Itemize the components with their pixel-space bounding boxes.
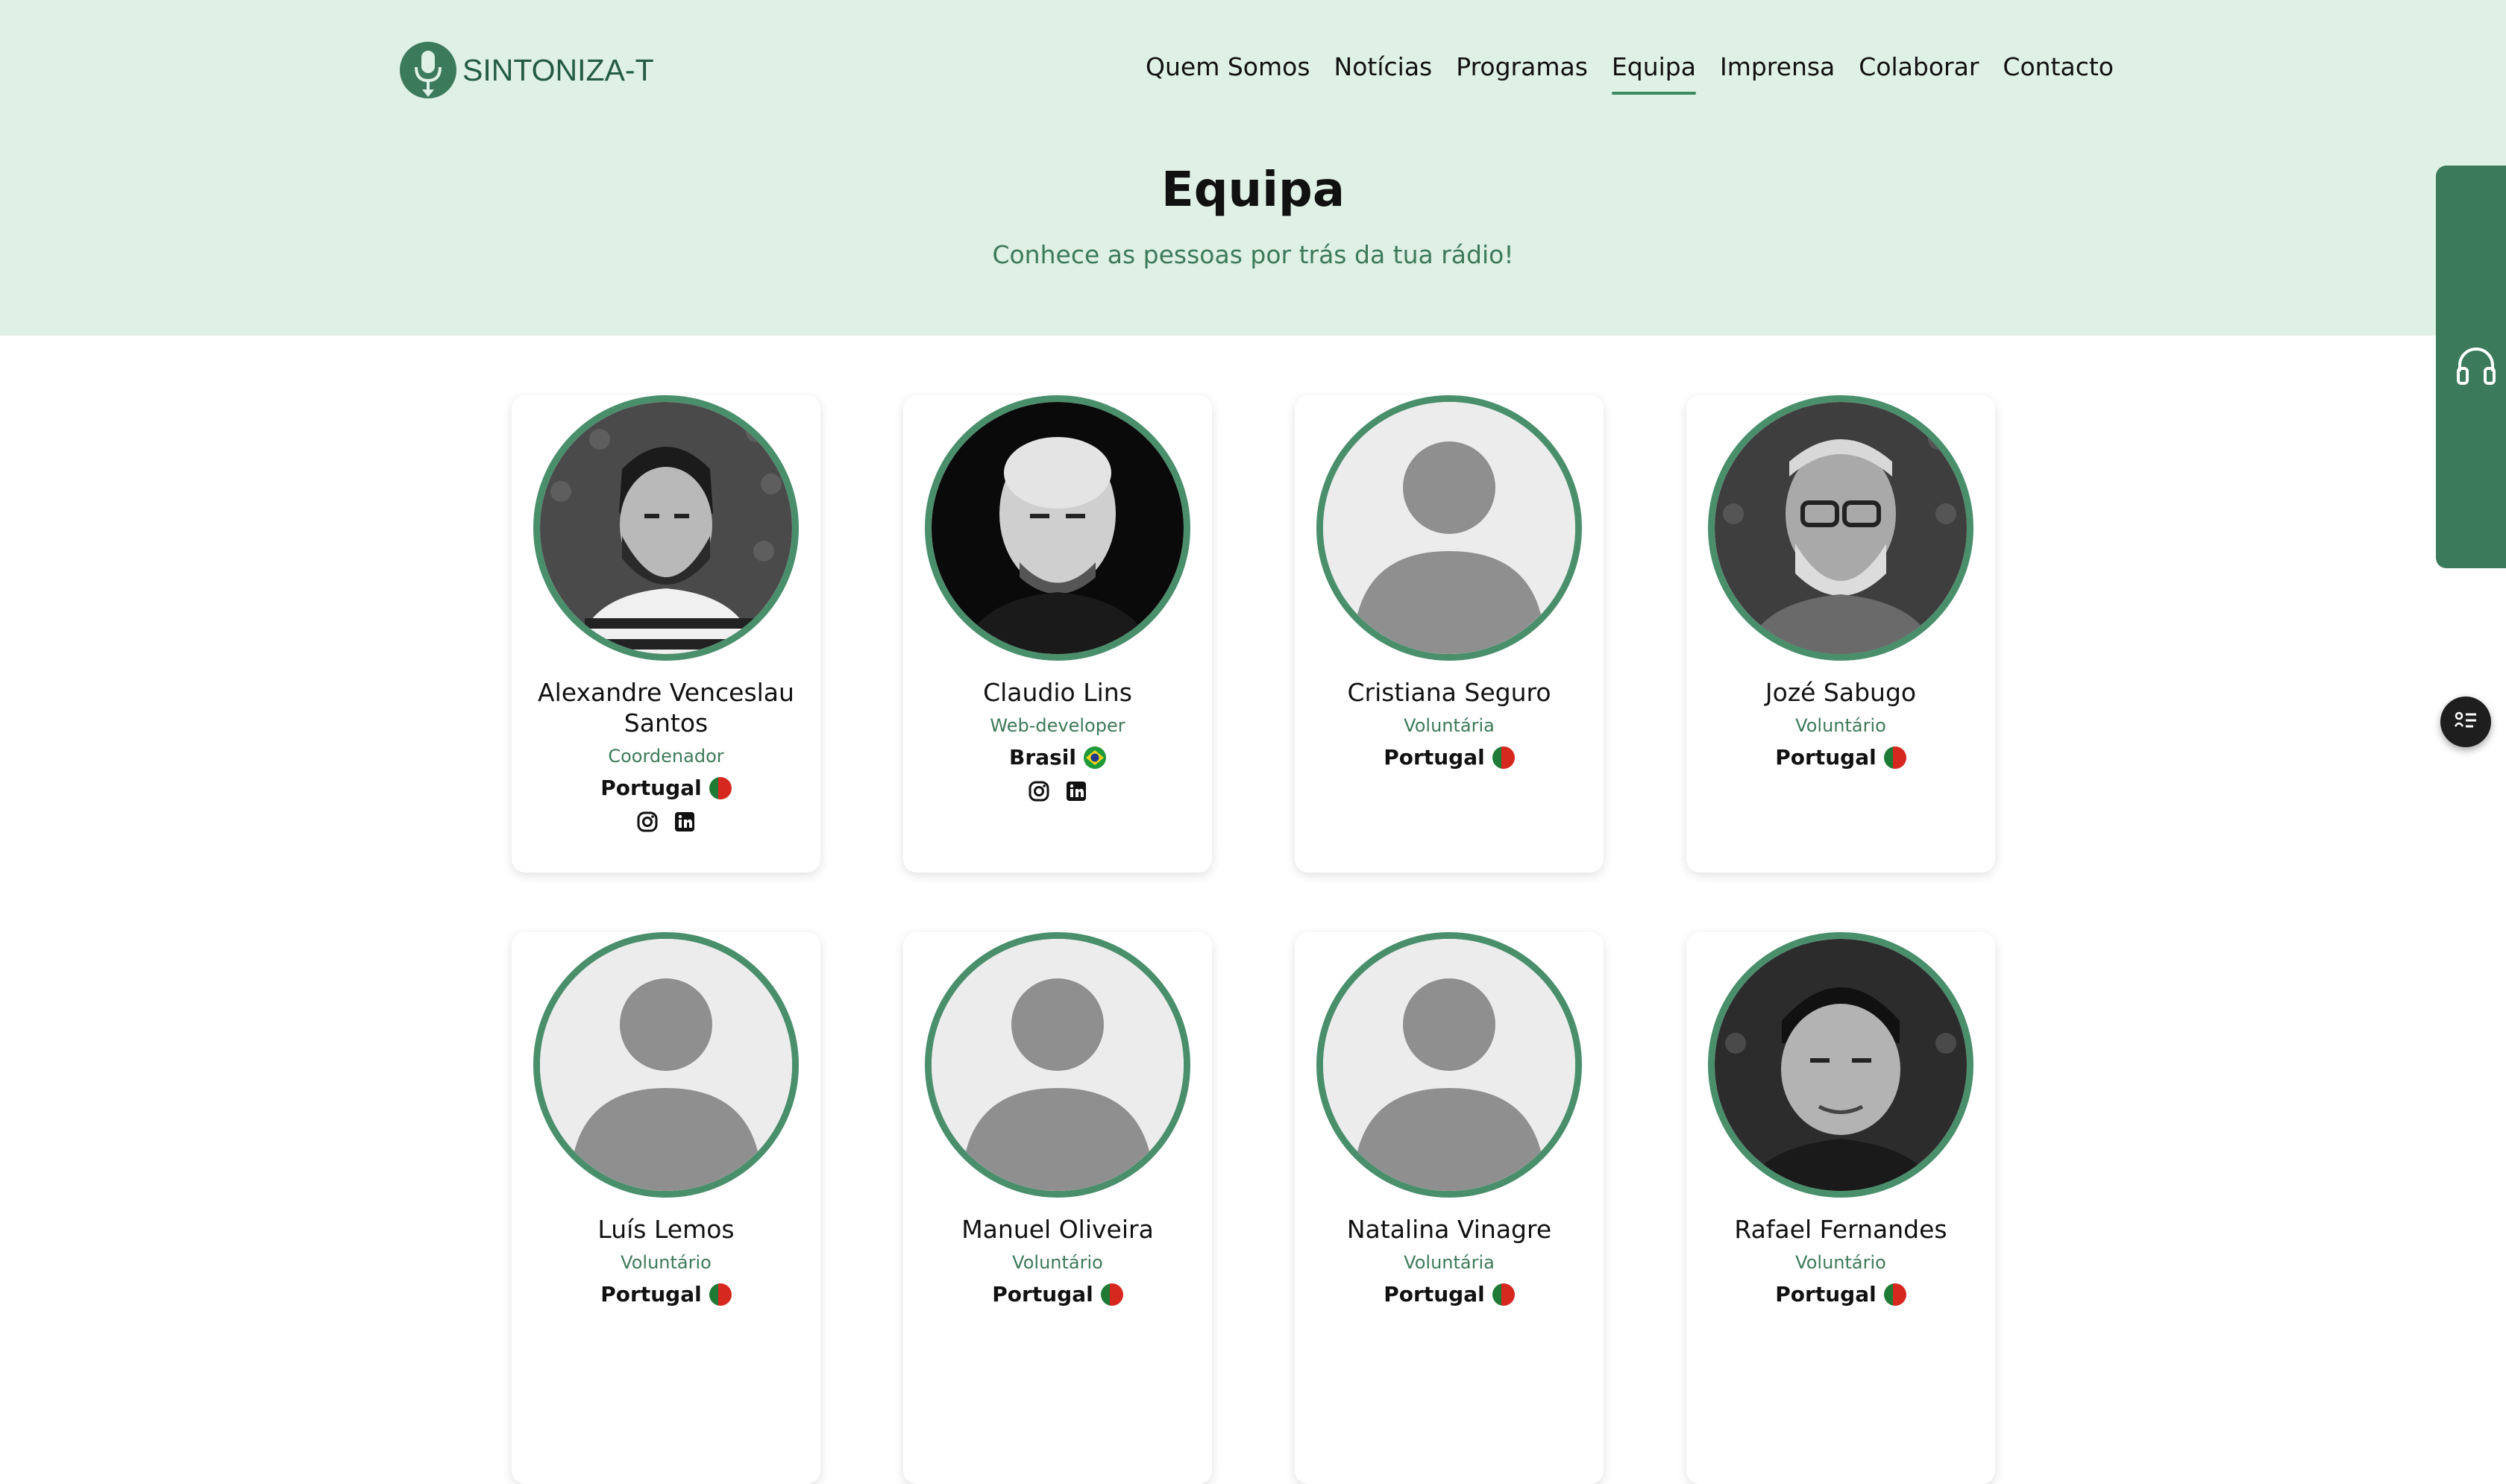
social-links bbox=[512, 811, 820, 833]
portugal-flag-icon bbox=[1492, 1283, 1515, 1306]
linkedin-icon[interactable] bbox=[1065, 780, 1087, 802]
country-name: Portugal bbox=[1384, 1282, 1485, 1307]
member-name: Cristiana Seguro bbox=[1347, 678, 1551, 707]
member-country: Portugal bbox=[1686, 1282, 1995, 1307]
instagram-icon[interactable] bbox=[636, 811, 659, 833]
member-country: Portugal bbox=[1686, 745, 1995, 770]
member-name: Alexandre Venceslau Santos bbox=[538, 678, 794, 738]
country-name: Portugal bbox=[1775, 1282, 1877, 1307]
member-role: Voluntário bbox=[621, 1252, 712, 1273]
member-name: Manuel Oliveira bbox=[961, 1215, 1154, 1244]
team-card: Manuel Oliveira Voluntário Portugal bbox=[903, 932, 1212, 1484]
avatar bbox=[533, 932, 799, 1198]
country-name: Portugal bbox=[1775, 745, 1877, 770]
avatar-placeholder-icon bbox=[932, 939, 1184, 1191]
headphones-icon bbox=[2454, 343, 2499, 391]
member-country: Brasil bbox=[903, 745, 1212, 770]
country-name: Portugal bbox=[1384, 745, 1485, 770]
avatar bbox=[1316, 932, 1582, 1198]
team-card: Claudio Lins Web-developer Brasil bbox=[903, 395, 1212, 873]
portugal-flag-icon bbox=[709, 1283, 732, 1306]
member-role: Voluntária bbox=[1404, 715, 1495, 736]
portugal-flag-icon bbox=[1883, 746, 1906, 769]
member-role: Web-developer bbox=[990, 715, 1125, 736]
avatar-placeholder-icon bbox=[540, 939, 792, 1191]
social-links bbox=[903, 780, 1212, 802]
member-name: Claudio Lins bbox=[983, 678, 1132, 707]
member-role: Voluntário bbox=[1012, 1252, 1103, 1273]
member-role: Voluntário bbox=[1795, 715, 1886, 736]
nav-noticias[interactable]: Notícias bbox=[1334, 52, 1433, 95]
avatar bbox=[1708, 932, 1973, 1198]
member-country: Portugal bbox=[512, 776, 820, 800]
instagram-icon[interactable] bbox=[1028, 780, 1050, 802]
team-card: Alexandre Venceslau Santos Coordenador P… bbox=[512, 395, 820, 873]
accessibility-menu-icon bbox=[2452, 707, 2479, 737]
member-role: Voluntária bbox=[1404, 1252, 1495, 1273]
country-name: Portugal bbox=[600, 1282, 702, 1307]
portugal-flag-icon bbox=[1100, 1283, 1123, 1306]
nav-contacto[interactable]: Contacto bbox=[2003, 52, 2114, 95]
avatar bbox=[925, 932, 1190, 1198]
team-grid: Alexandre Venceslau Santos Coordenador P… bbox=[512, 395, 1995, 1484]
member-country: Portugal bbox=[1295, 1282, 1604, 1307]
page-subtitle: Conhece as pessoas por trás da tua rádio… bbox=[992, 240, 1514, 269]
member-name: Luís Lemos bbox=[597, 1215, 735, 1244]
radio-player-tab[interactable] bbox=[2436, 166, 2506, 568]
nav-programas[interactable]: Programas bbox=[1456, 52, 1588, 95]
member-country: Portugal bbox=[1295, 745, 1604, 770]
team-card: Luís Lemos Voluntário Portugal bbox=[512, 932, 820, 1484]
member-role: Coordenador bbox=[608, 746, 724, 767]
nav-imprensa[interactable]: Imprensa bbox=[1720, 52, 1835, 95]
country-name: Portugal bbox=[600, 776, 702, 800]
site-logo[interactable]: SINTONIZA-T bbox=[400, 42, 654, 98]
page-hero: SINTONIZA-T Quem Somos Notícias Programa… bbox=[0, 0, 2506, 336]
portugal-flag-icon bbox=[1883, 1283, 1906, 1306]
portugal-flag-icon bbox=[709, 776, 732, 799]
main-nav: Quem Somos Notícias Programas Equipa Imp… bbox=[1146, 52, 2114, 95]
member-name: Rafael Fernandes bbox=[1734, 1215, 1947, 1244]
team-card: Natalina Vinagre Voluntária Portugal bbox=[1295, 932, 1604, 1484]
avatar-placeholder-icon bbox=[1323, 939, 1575, 1191]
country-name: Portugal bbox=[992, 1282, 1093, 1307]
member-role: Voluntário bbox=[1795, 1252, 1886, 1273]
avatar bbox=[925, 395, 1190, 661]
logo-text: SINTONIZA-T bbox=[462, 52, 654, 87]
country-name: Brasil bbox=[1009, 745, 1076, 770]
member-country: Portugal bbox=[512, 1282, 820, 1307]
team-card: Jozé Sabugo Voluntário Portugal bbox=[1686, 395, 1995, 873]
avatar bbox=[1708, 395, 1973, 661]
team-card: Rafael Fernandes Voluntário Portugal bbox=[1686, 932, 1995, 1484]
avatar-placeholder-icon bbox=[1323, 402, 1575, 654]
avatar bbox=[1316, 395, 1582, 661]
linkedin-icon[interactable] bbox=[673, 811, 696, 833]
microphone-icon bbox=[400, 42, 456, 98]
portugal-flag-icon bbox=[1492, 746, 1515, 769]
nav-equipa[interactable]: Equipa bbox=[1611, 52, 1697, 95]
avatar bbox=[533, 395, 799, 661]
member-country: Portugal bbox=[903, 1282, 1212, 1307]
brazil-flag-icon bbox=[1083, 746, 1106, 769]
member-name: Jozé Sabugo bbox=[1765, 678, 1917, 707]
page-title: Equipa bbox=[1161, 163, 1345, 218]
accessibility-button[interactable] bbox=[2440, 697, 2491, 747]
member-name: Natalina Vinagre bbox=[1346, 1215, 1552, 1244]
nav-quem-somos[interactable]: Quem Somos bbox=[1146, 52, 1310, 95]
nav-colaborar[interactable]: Colaborar bbox=[1859, 52, 1979, 95]
team-card: Cristiana Seguro Voluntária Portugal bbox=[1295, 395, 1604, 873]
